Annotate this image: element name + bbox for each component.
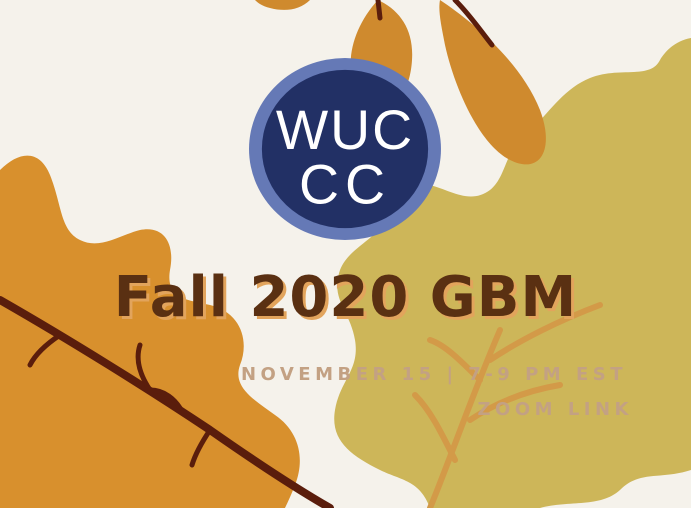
gbm-poster: WUC CC Fall 2020 GBM NOVEMBER 15 | 7-9 P… — [0, 0, 691, 508]
logo-letters-bottom: CC — [299, 153, 391, 215]
event-title: Fall 2020 GBM — [113, 265, 578, 330]
zoom-link[interactable]: ZOOM LINK — [477, 399, 633, 420]
hanging-leaf-icon — [439, 0, 546, 165]
logo-letters-top: WUC — [276, 99, 414, 161]
event-date-time: NOVEMBER 15 | 7-9 PM EST — [240, 364, 627, 385]
wucc-logo: WUC CC — [249, 57, 441, 241]
hanging-leaf-icon — [255, 0, 310, 10]
